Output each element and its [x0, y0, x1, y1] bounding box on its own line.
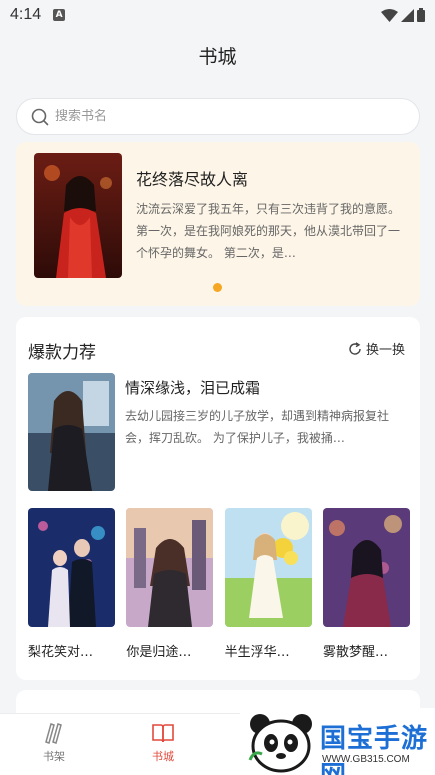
refresh-icon: [349, 341, 361, 355]
search-icon: [31, 108, 49, 125]
carousel-indicator: [213, 283, 222, 292]
battery-icon: [417, 8, 425, 22]
book-cover[interactable]: [28, 508, 115, 627]
book-title[interactable]: 你是归途…: [126, 641, 213, 660]
banner-book-title[interactable]: 花终落尽故人离: [136, 166, 248, 190]
book-title[interactable]: 梨花笑对…: [28, 641, 115, 660]
section-title: 爆款力荐: [28, 343, 96, 363]
nav-item-bookstore[interactable]: 书城: [133, 722, 193, 764]
panda-logo: [248, 714, 312, 773]
featured-book-cover[interactable]: [28, 373, 115, 491]
signal-icon: [401, 8, 414, 22]
book-title[interactable]: 雾散梦醒…: [323, 641, 410, 660]
banner-book-cover[interactable]: [34, 153, 122, 278]
nav-label: 书架: [43, 750, 65, 763]
featured-book-title[interactable]: 情深缘浅，泪已成霜: [125, 377, 260, 398]
status-bar: 4:14 A: [0, 0, 435, 30]
nav-item-bookshelf[interactable]: 书架: [24, 722, 84, 764]
book-card[interactable]: 半生浮华…: [224, 508, 312, 660]
hot-recommendation-section: 爆款力荐 换一换 情深缘浅，泪已成霜 去幼儿园接三岁的儿子放学，却遇到精神病报复…: [16, 317, 420, 680]
book-cover[interactable]: [322, 508, 410, 627]
book-grid: 梨花笑对… 你是归途… 半生浮华… 雾散梦醒…: [28, 508, 410, 660]
watermark-url: WWW.GB315.COM: [322, 754, 410, 765]
book-card[interactable]: 雾散梦醒…: [322, 508, 410, 660]
watermark-brand: 国宝手游网: [320, 724, 429, 775]
refresh-button[interactable]: 换一换: [348, 339, 405, 358]
book-card[interactable]: 梨花笑对…: [28, 508, 115, 660]
status-icons: [381, 8, 425, 22]
bookshelf-icon: [45, 723, 62, 744]
status-time: 4:14: [10, 6, 42, 23]
app-notification-icon: A: [53, 9, 66, 21]
page-title: 书城: [198, 46, 237, 68]
banner-book-description: 沈流云深爱了我五年，只有三次违背了我的意愿。 第一次，是在我阿娘死的那天，他从漠…: [136, 202, 400, 260]
book-cover[interactable]: [126, 508, 214, 627]
wifi-icon: [381, 8, 398, 22]
open-book-icon: [152, 724, 174, 743]
book-card[interactable]: 你是归途…: [126, 508, 214, 660]
refresh-label: 换一换: [365, 343, 405, 358]
book-cover[interactable]: [224, 508, 312, 627]
featured-book-description: 去幼儿园接三岁的儿子放学，却遇到精神病报复社会，挥刀乱砍。 为了保护儿子，我被捅…: [125, 409, 390, 445]
banner-carousel[interactable]: 花终落尽故人离 沈流云深爱了我五年，只有三次违背了我的意愿。 第一次，是在我阿娘…: [16, 142, 420, 306]
watermark: 国宝手游网 WWW.GB315.COM: [240, 708, 435, 775]
nav-label: 书城: [152, 750, 174, 763]
book-title[interactable]: 半生浮华…: [225, 641, 312, 660]
search-bar[interactable]: [16, 98, 420, 135]
search-input[interactable]: [55, 109, 355, 124]
